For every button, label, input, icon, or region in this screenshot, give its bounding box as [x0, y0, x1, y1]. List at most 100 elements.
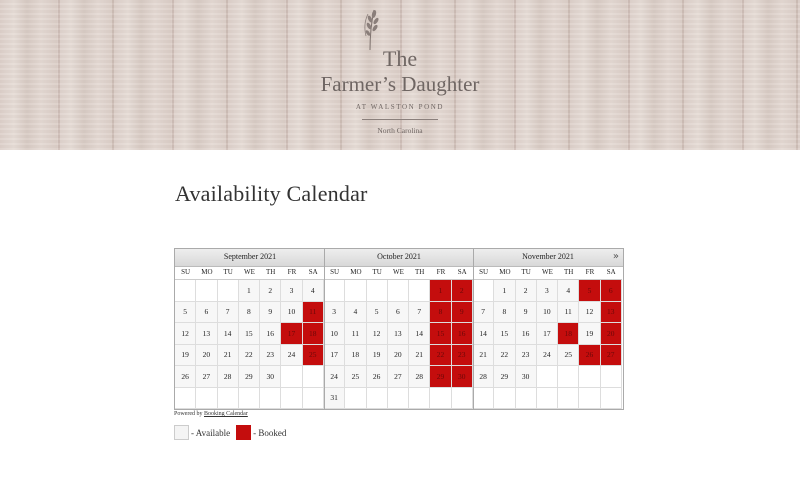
- day-cell-available[interactable]: 15: [494, 323, 516, 345]
- day-cell-available[interactable]: 8: [494, 301, 516, 323]
- day-cell-available[interactable]: 1: [238, 280, 261, 302]
- day-cell-available[interactable]: 14: [473, 323, 495, 345]
- day-cell-available[interactable]: 25: [558, 344, 580, 366]
- day-cell-available[interactable]: 28: [473, 366, 495, 388]
- day-cell-available[interactable]: 21: [473, 344, 495, 366]
- day-cell-available[interactable]: 3: [324, 301, 346, 323]
- day-cell-available[interactable]: 26: [175, 366, 197, 388]
- day-cell-available[interactable]: 7: [409, 301, 431, 323]
- day-cell-booked[interactable]: 18: [558, 323, 580, 345]
- day-cell-available[interactable]: 11: [345, 323, 367, 345]
- weekday-label: MO: [201, 268, 213, 276]
- day-cell-available[interactable]: 24: [536, 344, 559, 366]
- day-cell-available[interactable]: 24: [281, 344, 303, 366]
- day-cell-available[interactable]: 13: [387, 323, 410, 345]
- day-cell-available[interactable]: 19: [366, 344, 388, 366]
- weekday-label: TH: [564, 268, 574, 276]
- day-cell-available[interactable]: 12: [579, 301, 601, 323]
- day-cell-available[interactable]: 9: [515, 301, 537, 323]
- day-cell-booked[interactable]: 1: [430, 280, 452, 302]
- booking-calendar-link[interactable]: Booking Calendar: [204, 411, 248, 417]
- day-cell-available[interactable]: 2: [260, 280, 282, 302]
- day-cell-available[interactable]: 21: [409, 344, 431, 366]
- next-month-arrow-icon[interactable]: »: [613, 251, 619, 262]
- day-cell-available[interactable]: 26: [366, 366, 388, 388]
- day-cell-available[interactable]: 17: [324, 344, 346, 366]
- day-cell-booked[interactable]: 5: [579, 280, 601, 302]
- day-cell-available[interactable]: 28: [409, 366, 431, 388]
- day-cell-available[interactable]: 7: [473, 301, 495, 323]
- day-cell-available[interactable]: 31: [324, 387, 346, 409]
- day-cell-available[interactable]: 29: [494, 366, 516, 388]
- day-cell-available[interactable]: 12: [366, 323, 388, 345]
- day-cell-booked[interactable]: 8: [430, 301, 452, 323]
- day-cell-available[interactable]: 23: [515, 344, 537, 366]
- day-cell-available[interactable]: 21: [217, 344, 239, 366]
- day-cell-available[interactable]: 16: [515, 323, 537, 345]
- day-cell-available[interactable]: 30: [515, 366, 537, 388]
- day-cell-available[interactable]: 18: [345, 344, 367, 366]
- day-cell-available[interactable]: 20: [196, 344, 218, 366]
- day-cell-available[interactable]: 14: [217, 323, 239, 345]
- day-cell-booked[interactable]: 23: [451, 344, 473, 366]
- booked-legend-label: - Booked: [253, 427, 287, 438]
- day-cell-available[interactable]: 22: [238, 344, 261, 366]
- day-cell-available[interactable]: 4: [302, 280, 324, 302]
- day-grid: 1 2 3 4 5 6 7 8 9 10 11 12 13 14 15 16 17 18 19 20 21 22 23 24 2…: [324, 280, 473, 409]
- day-cell-available[interactable]: 6: [196, 301, 218, 323]
- day-cell-available[interactable]: 13: [196, 323, 218, 345]
- day-cell-booked[interactable]: 29: [430, 366, 452, 388]
- day-cell-booked[interactable]: 9: [451, 301, 473, 323]
- day-cell-available[interactable]: 9: [260, 301, 282, 323]
- day-cell-available[interactable]: 5: [366, 301, 388, 323]
- day-cell-available[interactable]: 17: [536, 323, 559, 345]
- month-title-october: October 2021: [377, 252, 421, 261]
- day-cell-available[interactable]: 29: [238, 366, 261, 388]
- day-cell-available[interactable]: 6: [387, 301, 410, 323]
- day-cell-available[interactable]: 19: [175, 344, 197, 366]
- day-cell-available[interactable]: 23: [260, 344, 282, 366]
- day-cell-empty: [494, 387, 516, 409]
- day-cell-available[interactable]: 16: [260, 323, 282, 345]
- day-cell-available[interactable]: 3: [536, 280, 559, 302]
- day-cell-booked[interactable]: 30: [451, 366, 473, 388]
- day-cell-available[interactable]: 5: [175, 301, 197, 323]
- day-cell-booked[interactable]: 18: [302, 323, 324, 345]
- day-cell-booked[interactable]: 6: [600, 280, 622, 302]
- day-cell-available[interactable]: 14: [409, 323, 431, 345]
- day-cell-available[interactable]: 22: [494, 344, 516, 366]
- day-cell-available[interactable]: 15: [238, 323, 261, 345]
- day-cell-available[interactable]: 12: [175, 323, 197, 345]
- day-cell-available[interactable]: 28: [217, 366, 239, 388]
- day-cell-available[interactable]: 24: [324, 366, 346, 388]
- day-cell-available[interactable]: 4: [345, 301, 367, 323]
- day-cell-available[interactable]: 7: [217, 301, 239, 323]
- day-cell-available[interactable]: 27: [196, 366, 218, 388]
- day-cell-available[interactable]: 10: [324, 323, 346, 345]
- day-cell-available[interactable]: 30: [260, 366, 282, 388]
- day-cell-booked[interactable]: 16: [451, 323, 473, 345]
- day-cell-available[interactable]: 8: [238, 301, 261, 323]
- day-cell-available[interactable]: 19: [579, 323, 601, 345]
- day-cell-booked[interactable]: 11: [302, 301, 324, 323]
- day-cell-booked[interactable]: 13: [600, 301, 622, 323]
- day-cell-booked[interactable]: 20: [600, 323, 622, 345]
- day-cell-available[interactable]: 25: [345, 366, 367, 388]
- day-cell-available[interactable]: 11: [558, 301, 580, 323]
- day-cell-available[interactable]: 10: [281, 301, 303, 323]
- day-cell-booked[interactable]: 27: [600, 344, 622, 366]
- day-cell-booked[interactable]: 26: [579, 344, 601, 366]
- day-cell-booked[interactable]: 2: [451, 280, 473, 302]
- day-cell-booked[interactable]: 15: [430, 323, 452, 345]
- day-cell-empty: [451, 387, 473, 409]
- day-cell-booked[interactable]: 17: [281, 323, 303, 345]
- day-cell-available[interactable]: 2: [515, 280, 537, 302]
- day-cell-available[interactable]: 3: [281, 280, 303, 302]
- day-cell-available[interactable]: 4: [558, 280, 580, 302]
- day-cell-available[interactable]: 20: [387, 344, 410, 366]
- day-cell-available[interactable]: 10: [536, 301, 559, 323]
- day-cell-booked[interactable]: 22: [430, 344, 452, 366]
- day-cell-booked[interactable]: 25: [302, 344, 324, 366]
- day-cell-available[interactable]: 27: [387, 366, 410, 388]
- day-cell-available[interactable]: 1: [494, 280, 516, 302]
